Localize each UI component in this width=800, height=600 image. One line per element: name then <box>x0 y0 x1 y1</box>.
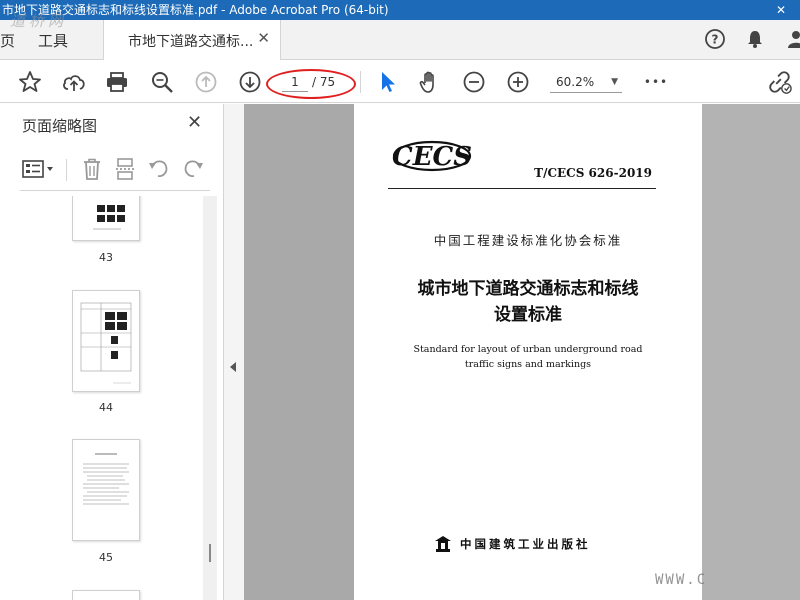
zoom-level-dropdown[interactable]: 60.2% ▼ <box>550 71 622 93</box>
viewer-right-area <box>702 104 800 600</box>
thumbnail-page-44[interactable] <box>72 290 140 392</box>
star-icon[interactable] <box>17 69 43 95</box>
main-toolbar: 1 / 75 60.2% ▼ ••• <box>0 61 800 103</box>
zoom-search-icon[interactable] <box>149 69 175 95</box>
header-rule <box>388 188 656 189</box>
corner-watermark: WWW.C <box>655 572 708 588</box>
panel-toolbar <box>0 149 224 191</box>
thumbnail-page-43[interactable] <box>72 196 140 241</box>
collapse-arrow-icon[interactable] <box>230 362 236 372</box>
rotate-right-icon[interactable] <box>180 156 206 182</box>
panel-close-icon[interactable]: ✕ <box>187 112 202 133</box>
user-icon[interactable] <box>786 28 800 54</box>
document-tab[interactable]: 市地下道路交通标... ✕ <box>103 20 281 60</box>
trash-icon[interactable] <box>79 156 105 182</box>
print-icon[interactable] <box>104 69 130 95</box>
cecs-logo-text: CECS <box>392 142 472 172</box>
standard-code: T/CECS 626-2019 <box>534 166 652 180</box>
zoom-in-icon[interactable] <box>505 69 531 95</box>
english-title-line1: Standard for layout of urban underground… <box>413 344 643 355</box>
thumbnail-scrollbar[interactable] <box>203 196 217 600</box>
scrollbar-grip[interactable] <box>209 544 211 562</box>
upload-icon[interactable] <box>61 69 87 95</box>
menu-tools[interactable]: 工具 <box>38 30 68 51</box>
publisher: 中国建筑工业出版社 <box>434 534 591 554</box>
options-menu-icon[interactable] <box>20 156 58 182</box>
bell-icon[interactable] <box>744 28 766 54</box>
title-bar: 市地下道路交通标志和标线设置标准.pdf - Adobe Acrobat Pro… <box>0 0 800 20</box>
thumbnail-page-next[interactable] <box>72 590 140 600</box>
document-title-line2: 设置标准 <box>494 305 562 325</box>
rotate-left-icon[interactable] <box>146 156 172 182</box>
zoom-level-value: 60.2% <box>556 75 595 89</box>
pdf-page: CECS T/CECS 626-2019 中国工程建设标准化协会标准 城市地下道… <box>354 104 702 600</box>
zoom-out-icon[interactable] <box>461 69 487 95</box>
page-total: / 75 <box>312 75 336 89</box>
tab-bar: 页 工具 市地下道路交通标... ✕ ? <box>0 20 800 60</box>
panel-divider <box>66 159 67 181</box>
english-title-line2: traffic signs and markings <box>464 359 592 370</box>
document-viewer[interactable]: CECS T/CECS 626-2019 中国工程建设标准化协会标准 城市地下道… <box>244 104 800 600</box>
association-name: 中国工程建设标准化协会标准 <box>433 233 623 248</box>
document-tab-label: 市地下道路交通标... <box>128 34 254 50</box>
publisher-name: 中国建筑工业出版社 <box>460 537 591 551</box>
cursor-icon[interactable] <box>374 69 400 95</box>
more-icon[interactable]: ••• <box>643 69 669 95</box>
thumbnail-label: 44 <box>99 401 113 414</box>
thumbnail-label: 43 <box>99 251 113 264</box>
site-watermark: 道桥网 <box>10 12 68 30</box>
panel-collapse-strip[interactable] <box>224 104 244 600</box>
link-icon[interactable] <box>766 69 792 95</box>
page-number-input[interactable]: 1 <box>282 72 308 92</box>
chevron-down-icon: ▼ <box>611 77 618 87</box>
window-close-icon[interactable]: ✕ <box>776 0 786 20</box>
hand-icon[interactable] <box>417 69 443 95</box>
thumbnail-list: 43 44 45 <box>0 196 203 600</box>
cecs-logo: CECS <box>392 140 472 172</box>
help-icon[interactable]: ? <box>704 28 726 54</box>
panel-title: 页面缩略图 <box>22 117 98 135</box>
insert-pages-icon[interactable] <box>112 156 138 182</box>
publisher-logo-icon <box>435 536 451 552</box>
arrow-down-icon[interactable] <box>237 69 263 95</box>
thumbnail-label: 45 <box>99 551 113 564</box>
thumbnail-page-45[interactable] <box>72 439 140 541</box>
document-title-line1: 城市地下道路交通标志和标线 <box>417 279 639 299</box>
svg-text:?: ? <box>712 33 719 47</box>
toolbar-divider <box>360 71 361 93</box>
panel-separator <box>20 190 210 191</box>
arrow-up-icon[interactable] <box>193 69 219 95</box>
menu-home[interactable]: 页 <box>0 30 15 51</box>
thumbnails-panel: 页面缩略图 ✕ 43 44 45 <box>0 104 224 600</box>
tab-close-icon[interactable]: ✕ <box>257 29 270 47</box>
